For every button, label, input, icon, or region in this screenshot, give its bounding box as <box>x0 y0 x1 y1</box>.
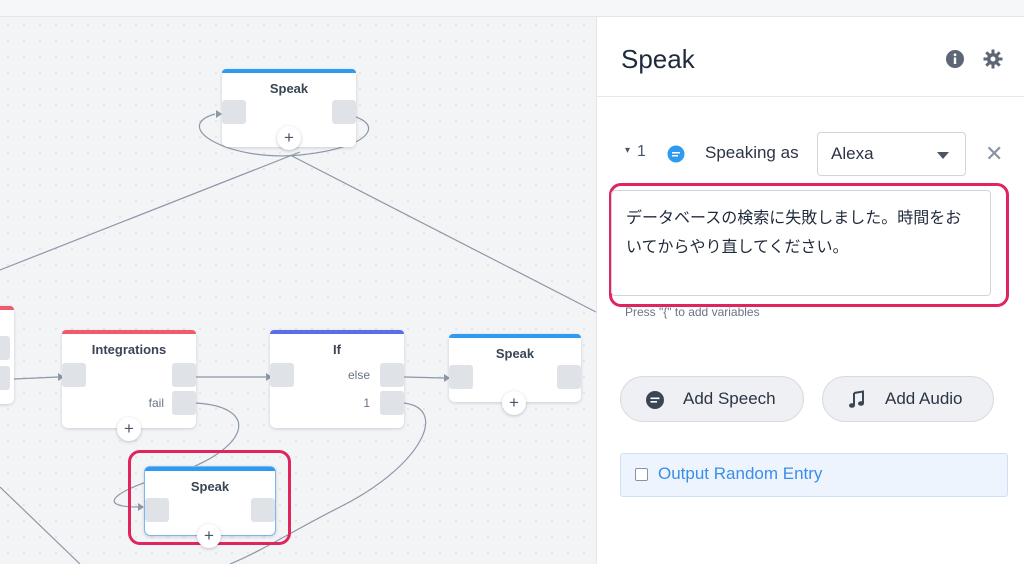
speech-bubble-icon <box>667 145 685 163</box>
input-port[interactable] <box>62 363 86 387</box>
node-title: Speak <box>495 346 535 361</box>
node-title: Speak <box>269 81 309 96</box>
voice-select[interactable]: Alexa <box>817 132 966 176</box>
node-title: If <box>333 342 341 357</box>
remove-entry-icon[interactable]: ✕ <box>985 141 1003 167</box>
condition-label: 1 <box>363 396 370 410</box>
add-speech-label: Add Speech <box>683 389 776 408</box>
node-color-bar <box>270 330 404 334</box>
music-note-icon <box>849 390 864 408</box>
add-step-button[interactable]: + <box>117 417 141 441</box>
output-port[interactable] <box>251 498 275 522</box>
input-port[interactable] <box>270 363 294 387</box>
node-color-bar <box>0 306 14 310</box>
speech-text-input[interactable]: データベースの検索に失敗しました。時間をおいてからやり直してください。 <box>611 190 991 296</box>
speak-editor-panel: Speak ▾ 1 Speaking as Alexa ✕ データベースの検索に… <box>596 17 1024 564</box>
add-step-button[interactable]: + <box>197 524 221 548</box>
add-step-button[interactable]: + <box>277 126 301 150</box>
port-left[interactable] <box>0 336 10 360</box>
panel-header: Speak <box>597 17 1024 97</box>
node-color-bar <box>62 330 196 334</box>
gear-icon[interactable] <box>983 49 1003 69</box>
input-port[interactable] <box>449 365 473 389</box>
node-color-bar <box>145 467 275 471</box>
variables-hint: Press "{" to add variables <box>625 305 760 319</box>
info-icon[interactable] <box>945 49 965 69</box>
speech-bubble-icon <box>646 391 664 409</box>
wire-if-to-speak-right <box>403 376 445 379</box>
output-random-option[interactable]: Output Random Entry <box>620 453 1008 497</box>
add-step-button[interactable]: + <box>502 391 526 415</box>
panel-title: Speak <box>621 44 695 74</box>
add-speech-button[interactable]: Add Speech <box>620 376 804 422</box>
wire-left-to-integrations <box>13 376 59 380</box>
speaking-as-label: Speaking as <box>705 143 799 162</box>
flow-canvas[interactable]: Speak + Integrations fail + If else 1 Sp… <box>0 17 596 564</box>
node-title: Integrations <box>91 342 167 357</box>
node-if[interactable]: If else 1 <box>270 330 404 428</box>
condition-port[interactable] <box>380 391 404 415</box>
wire-speak-top-to-right <box>289 154 596 313</box>
chevron-down-icon <box>937 152 949 159</box>
random-checkbox[interactable] <box>635 468 648 481</box>
voice-select-value: Alexa <box>831 144 874 163</box>
input-port[interactable] <box>222 100 246 124</box>
node-color-bar <box>449 334 581 338</box>
random-label: Output Random Entry <box>658 464 823 483</box>
input-port[interactable] <box>145 498 169 522</box>
port-left-lower[interactable] <box>0 366 10 390</box>
node-offscreen[interactable] <box>0 306 14 404</box>
collapse-caret[interactable]: ▾ <box>625 145 630 156</box>
speech-entry-row: ▾ 1 Speaking as Alexa ✕ <box>597 131 1024 177</box>
fail-label: fail <box>148 396 164 410</box>
node-color-bar <box>222 69 356 73</box>
top-bar <box>0 0 1024 17</box>
output-port[interactable] <box>172 363 196 387</box>
wire-left-bottom <box>0 486 81 564</box>
entry-index: 1 <box>637 143 646 160</box>
add-audio-label: Add Audio <box>885 389 963 408</box>
else-label: else <box>347 368 370 382</box>
add-audio-button[interactable]: Add Audio <box>822 376 994 422</box>
wire-left-to-speak-top <box>0 151 301 271</box>
node-title: Speak <box>190 479 230 494</box>
node-integrations[interactable]: Integrations fail <box>62 330 196 428</box>
else-port[interactable] <box>380 363 404 387</box>
fail-port[interactable] <box>172 391 196 415</box>
output-port[interactable] <box>557 365 581 389</box>
output-port[interactable] <box>332 100 356 124</box>
